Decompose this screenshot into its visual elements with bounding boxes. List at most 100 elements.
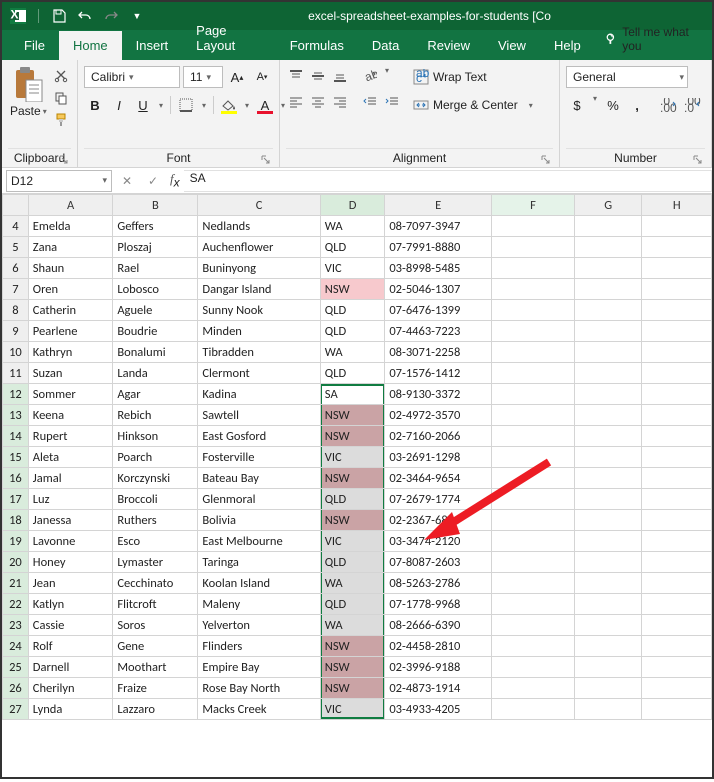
- align-bottom-icon[interactable]: [330, 66, 350, 86]
- cell-H23[interactable]: [642, 615, 712, 636]
- row-header-4[interactable]: 4: [3, 216, 29, 237]
- cell-E27[interactable]: 03-4933-4205: [385, 699, 492, 720]
- enter-formula-icon[interactable]: ✓: [140, 170, 166, 192]
- cancel-formula-icon[interactable]: ✕: [114, 170, 140, 192]
- cell-D17[interactable]: QLD: [320, 489, 385, 510]
- cell-B25[interactable]: Moothart: [113, 657, 198, 678]
- align-top-icon[interactable]: [286, 66, 306, 86]
- cell-A9[interactable]: Pearlene: [28, 321, 113, 342]
- cell-A10[interactable]: Kathryn: [28, 342, 113, 363]
- row-header-8[interactable]: 8: [3, 300, 29, 321]
- cell-C21[interactable]: Koolan Island: [198, 573, 320, 594]
- cell-F4[interactable]: [492, 216, 575, 237]
- bold-button[interactable]: B: [84, 94, 106, 116]
- cell-F23[interactable]: [492, 615, 575, 636]
- cell-G23[interactable]: [574, 615, 642, 636]
- wrap-text-button[interactable]: abc Wrap Text: [408, 66, 541, 88]
- spreadsheet-grid[interactable]: ABCDEFGH4EmeldaGeffersNedlandsWA08-7097-…: [2, 194, 712, 782]
- accounting-format-icon[interactable]: $: [566, 94, 588, 116]
- cell-F25[interactable]: [492, 657, 575, 678]
- cell-D24[interactable]: NSW: [320, 636, 385, 657]
- cell-B4[interactable]: Geffers: [113, 216, 198, 237]
- cell-C13[interactable]: Sawtell: [198, 405, 320, 426]
- cell-A7[interactable]: Oren: [28, 279, 113, 300]
- cell-F14[interactable]: [492, 426, 575, 447]
- cell-C10[interactable]: Tibradden: [198, 342, 320, 363]
- cell-F21[interactable]: [492, 573, 575, 594]
- cell-B15[interactable]: Poarch: [113, 447, 198, 468]
- tab-insert[interactable]: Insert: [122, 31, 183, 60]
- cell-G8[interactable]: [574, 300, 642, 321]
- row-header-10[interactable]: 10: [3, 342, 29, 363]
- cell-G26[interactable]: [574, 678, 642, 699]
- cell-F5[interactable]: [492, 237, 575, 258]
- cell-C20[interactable]: Taringa: [198, 552, 320, 573]
- cell-C4[interactable]: Nedlands: [198, 216, 320, 237]
- cell-E24[interactable]: 02-4458-2810: [385, 636, 492, 657]
- row-header-26[interactable]: 26: [3, 678, 29, 699]
- cell-B23[interactable]: Soros: [113, 615, 198, 636]
- cell-H21[interactable]: [642, 573, 712, 594]
- cell-F13[interactable]: [492, 405, 575, 426]
- cell-D23[interactable]: WA: [320, 615, 385, 636]
- cell-C7[interactable]: Dangar Island: [198, 279, 320, 300]
- cell-B12[interactable]: Agar: [113, 384, 198, 405]
- cell-G15[interactable]: [574, 447, 642, 468]
- dialog-launcher-icon[interactable]: [541, 155, 551, 165]
- tab-file[interactable]: File: [10, 31, 59, 60]
- cell-C26[interactable]: Rose Bay North: [198, 678, 320, 699]
- cell-F27[interactable]: [492, 699, 575, 720]
- cell-D6[interactable]: VIC: [320, 258, 385, 279]
- row-header-25[interactable]: 25: [3, 657, 29, 678]
- orientation-icon[interactable]: ab: [360, 66, 380, 86]
- cell-C24[interactable]: Flinders: [198, 636, 320, 657]
- row-header-12[interactable]: 12: [3, 384, 29, 405]
- tab-formulas[interactable]: Formulas: [276, 31, 358, 60]
- cell-E10[interactable]: 08-3071-2258: [385, 342, 492, 363]
- cell-D11[interactable]: QLD: [320, 363, 385, 384]
- cell-E11[interactable]: 07-1576-1412: [385, 363, 492, 384]
- row-header-5[interactable]: 5: [3, 237, 29, 258]
- cell-D18[interactable]: NSW: [320, 510, 385, 531]
- increase-indent-icon[interactable]: [382, 92, 402, 112]
- cell-H10[interactable]: [642, 342, 712, 363]
- cell-H4[interactable]: [642, 216, 712, 237]
- cell-C8[interactable]: Sunny Nook: [198, 300, 320, 321]
- cell-G7[interactable]: [574, 279, 642, 300]
- cell-G18[interactable]: [574, 510, 642, 531]
- formula-input[interactable]: SA: [184, 170, 712, 192]
- cell-D15[interactable]: VIC: [320, 447, 385, 468]
- cell-A21[interactable]: Jean: [28, 573, 113, 594]
- cell-B26[interactable]: Fraize: [113, 678, 198, 699]
- column-header-G[interactable]: G: [574, 195, 642, 216]
- cell-H9[interactable]: [642, 321, 712, 342]
- cell-C6[interactable]: Buninyong: [198, 258, 320, 279]
- align-middle-icon[interactable]: [308, 66, 328, 86]
- cell-D10[interactable]: WA: [320, 342, 385, 363]
- cell-B24[interactable]: Gene: [113, 636, 198, 657]
- copy-icon[interactable]: [51, 88, 71, 108]
- cell-D9[interactable]: QLD: [320, 321, 385, 342]
- cell-A19[interactable]: Lavonne: [28, 531, 113, 552]
- cell-A6[interactable]: Shaun: [28, 258, 113, 279]
- cell-D25[interactable]: NSW: [320, 657, 385, 678]
- cell-H25[interactable]: [642, 657, 712, 678]
- cell-G22[interactable]: [574, 594, 642, 615]
- cell-D26[interactable]: NSW: [320, 678, 385, 699]
- cell-F24[interactable]: [492, 636, 575, 657]
- cell-B22[interactable]: Flitcroft: [113, 594, 198, 615]
- fill-color-button[interactable]: [218, 94, 240, 116]
- cell-F7[interactable]: [492, 279, 575, 300]
- cell-A20[interactable]: Honey: [28, 552, 113, 573]
- cell-D8[interactable]: QLD: [320, 300, 385, 321]
- tab-page-layout[interactable]: Page Layout: [182, 16, 276, 60]
- row-header-27[interactable]: 27: [3, 699, 29, 720]
- tab-help[interactable]: Help: [540, 31, 595, 60]
- cell-F22[interactable]: [492, 594, 575, 615]
- cell-F6[interactable]: [492, 258, 575, 279]
- row-header-9[interactable]: 9: [3, 321, 29, 342]
- cell-E22[interactable]: 07-1778-9968: [385, 594, 492, 615]
- tab-home[interactable]: Home: [59, 31, 122, 60]
- cell-H19[interactable]: [642, 531, 712, 552]
- tell-me-search[interactable]: Tell me what you: [595, 18, 712, 60]
